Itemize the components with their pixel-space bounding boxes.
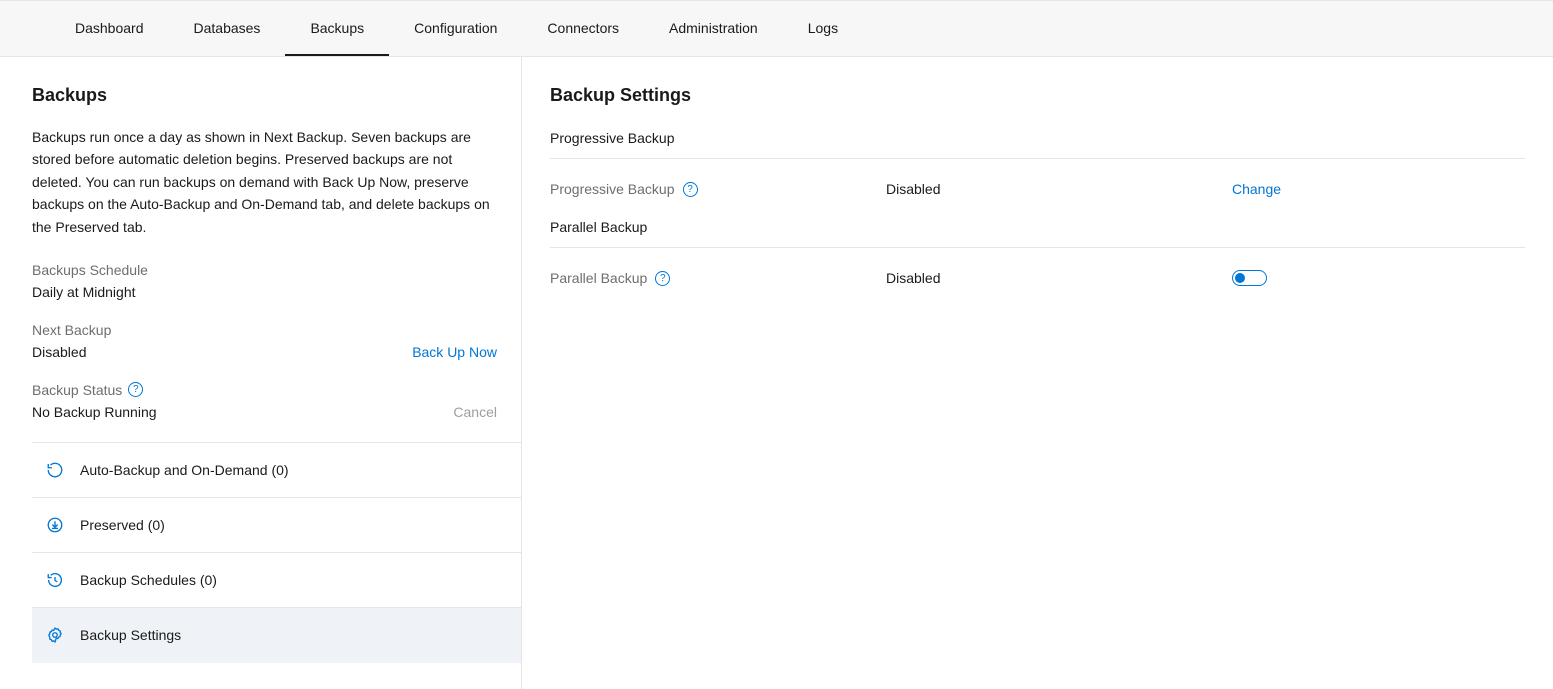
progressive-value: Disabled [886,181,1232,197]
clock-history-icon [46,571,64,589]
schedule-value: Daily at Midnight [32,284,136,300]
tab-backups[interactable]: Backups [285,1,389,56]
progressive-setting-row: Progressive Backup ? Disabled Change [550,181,1525,197]
tab-label: Connectors [547,20,619,36]
parallel-toggle[interactable] [1232,270,1267,286]
toggle-knob [1235,273,1245,283]
backup-status-value: No Backup Running [32,404,157,420]
backup-subnav: Auto-Backup and On-Demand (0) Preserved … [32,442,521,663]
tab-configuration[interactable]: Configuration [389,1,522,56]
tab-logs[interactable]: Logs [783,1,863,56]
sidebar-item-label: Backup Settings [80,627,181,643]
sidebar-item-schedules[interactable]: Backup Schedules (0) [32,553,521,608]
help-icon[interactable]: ? [128,382,143,397]
tab-dashboard[interactable]: Dashboard [50,1,169,56]
parallel-label: Parallel Backup [550,270,647,286]
restore-icon [46,461,64,479]
tab-label: Dashboard [75,20,144,36]
tab-databases[interactable]: Databases [169,1,286,56]
page-description: Backups run once a day as shown in Next … [32,126,521,238]
next-backup-label: Next Backup [32,322,521,338]
right-panel: Backup Settings Progressive Backup Progr… [522,57,1553,689]
change-progressive-button[interactable]: Change [1232,181,1281,197]
parallel-setting-row: Parallel Backup ? Disabled [550,270,1525,286]
help-icon[interactable]: ? [683,182,698,197]
help-icon[interactable]: ? [655,271,670,286]
download-icon [46,516,64,534]
sidebar-item-label: Preserved (0) [80,517,165,533]
settings-title: Backup Settings [550,85,1525,106]
parallel-section-header: Parallel Backup [550,219,1525,248]
backup-status-label: Backup Status ? [32,382,521,398]
parallel-value: Disabled [886,270,1232,286]
page-title: Backups [32,85,521,106]
backup-status-label-text: Backup Status [32,382,122,398]
sidebar-item-auto-backup[interactable]: Auto-Backup and On-Demand (0) [32,443,521,498]
top-nav: Dashboard Databases Backups Configuratio… [0,0,1553,57]
tab-label: Logs [808,20,838,36]
cancel-backup-button: Cancel [453,404,497,420]
progressive-section-header: Progressive Backup [550,130,1525,159]
backup-now-button[interactable]: Back Up Now [412,344,497,360]
left-panel: Backups Backups run once a day as shown … [0,57,522,689]
progressive-label: Progressive Backup [550,181,675,197]
next-backup-value: Disabled [32,344,86,360]
sidebar-item-label: Backup Schedules (0) [80,572,217,588]
tab-label: Configuration [414,20,497,36]
tab-label: Administration [669,20,758,36]
gear-icon [46,626,64,644]
schedule-label: Backups Schedule [32,262,521,278]
tab-connectors[interactable]: Connectors [522,1,644,56]
sidebar-item-settings[interactable]: Backup Settings [32,608,521,663]
sidebar-item-label: Auto-Backup and On-Demand (0) [80,462,289,478]
tab-label: Databases [194,20,261,36]
tab-label: Backups [310,20,364,36]
tab-administration[interactable]: Administration [644,1,783,56]
sidebar-item-preserved[interactable]: Preserved (0) [32,498,521,553]
